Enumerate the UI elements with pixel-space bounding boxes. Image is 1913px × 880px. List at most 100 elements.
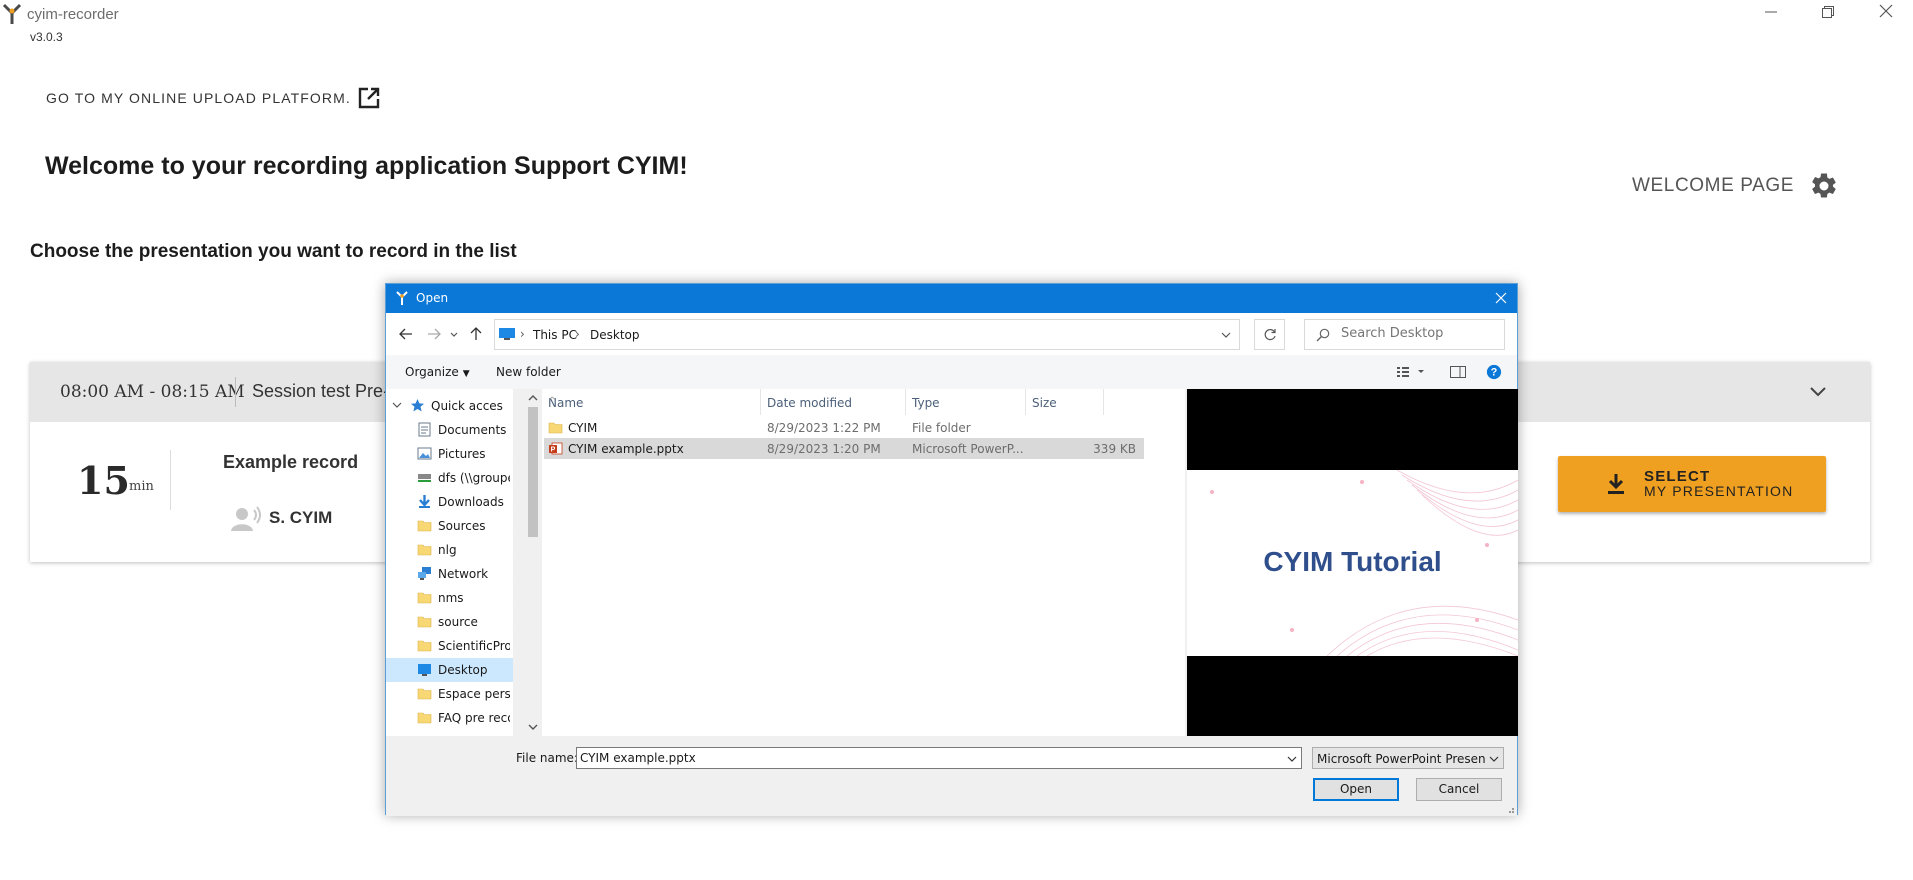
- resize-grip-icon[interactable]: [1505, 804, 1515, 814]
- chevron-down-icon[interactable]: [1489, 754, 1499, 764]
- slide-title: CYIM Tutorial: [1263, 546, 1442, 577]
- choose-presentation-title: Choose the presentation you want to reco…: [30, 241, 517, 262]
- file-name-input[interactable]: [580, 751, 1270, 765]
- new-folder-button[interactable]: New folder: [496, 365, 561, 379]
- online-upload-link[interactable]: GO TO MY ONLINE UPLOAD PLATFORM.: [46, 86, 381, 110]
- file-row-cyim-folder[interactable]: CYIM 8/29/2023 1:22 PM File folder: [544, 417, 1144, 438]
- chevron-down-icon[interactable]: [1287, 754, 1297, 764]
- nav-item-sources[interactable]: Sources 📌: [386, 514, 513, 538]
- recent-locations-chevron-icon[interactable]: [448, 324, 460, 344]
- preview-pane-icon[interactable]: [1449, 364, 1467, 380]
- welcome-page-label: WELCOME PAGE: [1632, 175, 1795, 196]
- scroll-down-icon[interactable]: [528, 722, 538, 732]
- help-icon[interactable]: ?: [1485, 364, 1503, 380]
- scrollbar-thumb[interactable]: [528, 407, 538, 537]
- pin-icon: 📌: [512, 615, 513, 626]
- file-date: 8/29/2023 1:20 PM: [767, 442, 881, 456]
- nav-item-label: nlg: [438, 543, 457, 557]
- cancel-button[interactable]: Cancel: [1416, 778, 1502, 801]
- dialog-titlebar[interactable]: Open: [386, 284, 1517, 313]
- folder-icon: [417, 592, 432, 604]
- session-time: 08:00 AM - 08:15 AM: [60, 382, 245, 402]
- close-icon: [1879, 4, 1893, 18]
- chevron-down-icon[interactable]: [1806, 380, 1830, 404]
- open-file-dialog: Open › This PC › Desktop Search Desktop …: [385, 283, 1518, 816]
- file-date: 8/29/2023 1:22 PM: [767, 421, 881, 435]
- file-row-cyim-example[interactable]: P CYIM example.pptx 8/29/2023 1:20 PM Mi…: [544, 438, 1144, 459]
- search-input[interactable]: [1341, 326, 1491, 341]
- address-bar[interactable]: › This PC › Desktop: [494, 319, 1240, 350]
- scroll-up-icon[interactable]: [528, 393, 538, 403]
- pin-icon: 📌: [512, 519, 513, 530]
- address-segment-this-pc[interactable]: This PC: [533, 328, 577, 342]
- close-app-button[interactable]: [1864, 2, 1908, 26]
- file-name-combobox[interactable]: [576, 747, 1302, 769]
- nav-item-pictures[interactable]: Pictures 📌: [386, 442, 513, 466]
- up-arrow-icon[interactable]: [466, 324, 486, 344]
- record-name: Example record: [223, 452, 359, 472]
- nav-item-label: Quick access: [431, 399, 503, 413]
- nav-pane-scrollbar[interactable]: [526, 389, 540, 736]
- app-logo-small-icon: [396, 291, 408, 305]
- file-name: CYIM example.pptx: [568, 442, 684, 456]
- pin-icon: 📌: [512, 471, 513, 482]
- column-header-size[interactable]: Size: [1026, 389, 1104, 415]
- back-arrow-icon[interactable]: [396, 324, 416, 344]
- dialog-title: Open: [416, 291, 449, 305]
- select-line1: SELECT: [1644, 468, 1711, 485]
- view-options-icon[interactable]: [1396, 364, 1430, 380]
- file-name-label: File name:: [516, 751, 578, 765]
- nav-item-quick-access[interactable]: Quick access: [386, 394, 513, 418]
- nav-item-source[interactable]: source 📌: [386, 610, 513, 634]
- nav-item-faq[interactable]: FAQ pre record f: [386, 706, 513, 730]
- nav-item-nms[interactable]: nms 📌: [386, 586, 513, 610]
- select-button-text: SELECT MY PRESENTATION: [1644, 468, 1793, 498]
- pictures-icon: [417, 447, 432, 460]
- sort-up-icon: ^: [548, 396, 557, 407]
- column-header-name[interactable]: Name ^: [542, 389, 761, 415]
- nav-item-desktop[interactable]: Desktop: [386, 658, 513, 682]
- folder-icon: [417, 520, 432, 532]
- search-box[interactable]: [1304, 319, 1505, 350]
- nav-item-documents[interactable]: Documents 📌: [386, 418, 513, 442]
- refresh-button[interactable]: [1254, 319, 1285, 350]
- nav-item-downloads[interactable]: Downloads 📌: [386, 490, 513, 514]
- address-dropdown-icon[interactable]: [1221, 330, 1231, 340]
- nav-item-espace-perso[interactable]: Espace perso EN: [386, 682, 513, 706]
- open-button[interactable]: Open: [1313, 778, 1399, 801]
- file-type-value: Microsoft PowerPoint Presentation: [1317, 752, 1485, 766]
- folder-icon: [417, 688, 432, 700]
- organize-menu[interactable]: Organize ▼: [405, 365, 470, 379]
- dialog-close-icon[interactable]: [1491, 288, 1511, 308]
- nav-item-label: Espace perso EN: [438, 687, 510, 701]
- nav-item-label: ScientificProc: [438, 639, 510, 653]
- address-separator: ›: [520, 327, 525, 341]
- gear-icon[interactable]: [1809, 171, 1839, 201]
- svg-text:?: ?: [1491, 367, 1498, 379]
- column-header-date[interactable]: Date modified: [761, 389, 906, 415]
- forward-arrow-icon[interactable]: [424, 324, 444, 344]
- network-drive-icon: [418, 474, 431, 482]
- session-duration: 15: [77, 458, 130, 503]
- header-divider: [235, 377, 236, 407]
- app-name: cyim-recorder: [27, 6, 119, 23]
- minimize-button[interactable]: [1749, 2, 1793, 26]
- network-icon: [418, 567, 431, 580]
- address-segment-desktop[interactable]: Desktop: [590, 328, 640, 342]
- select-presentation-button[interactable]: SELECT MY PRESENTATION: [1558, 456, 1826, 512]
- nav-item-dfs[interactable]: dfs (\\groupe 📌: [386, 466, 513, 490]
- cyim-logo-icon: [2, 3, 22, 24]
- pin-icon: 📌: [512, 495, 513, 506]
- file-type: File folder: [912, 421, 971, 435]
- navigation-pane: Quick access Documents 📌 Pictures 📌 dfs …: [386, 389, 513, 736]
- restore-button[interactable]: [1806, 2, 1850, 26]
- nav-item-network[interactable]: Network 📌: [386, 562, 513, 586]
- nav-item-scientificproc[interactable]: ScientificProc 📌: [386, 634, 513, 658]
- nav-item-nlg[interactable]: nlg 📌: [386, 538, 513, 562]
- chevron-down-icon[interactable]: [392, 400, 402, 410]
- file-type-select[interactable]: Microsoft PowerPoint Presentation: [1312, 747, 1504, 769]
- speaker-icon: [231, 506, 261, 531]
- column-header-type[interactable]: Type: [906, 389, 1026, 415]
- file-type: Microsoft PowerP...: [912, 442, 1024, 456]
- file-size: 339 KB: [1093, 442, 1136, 456]
